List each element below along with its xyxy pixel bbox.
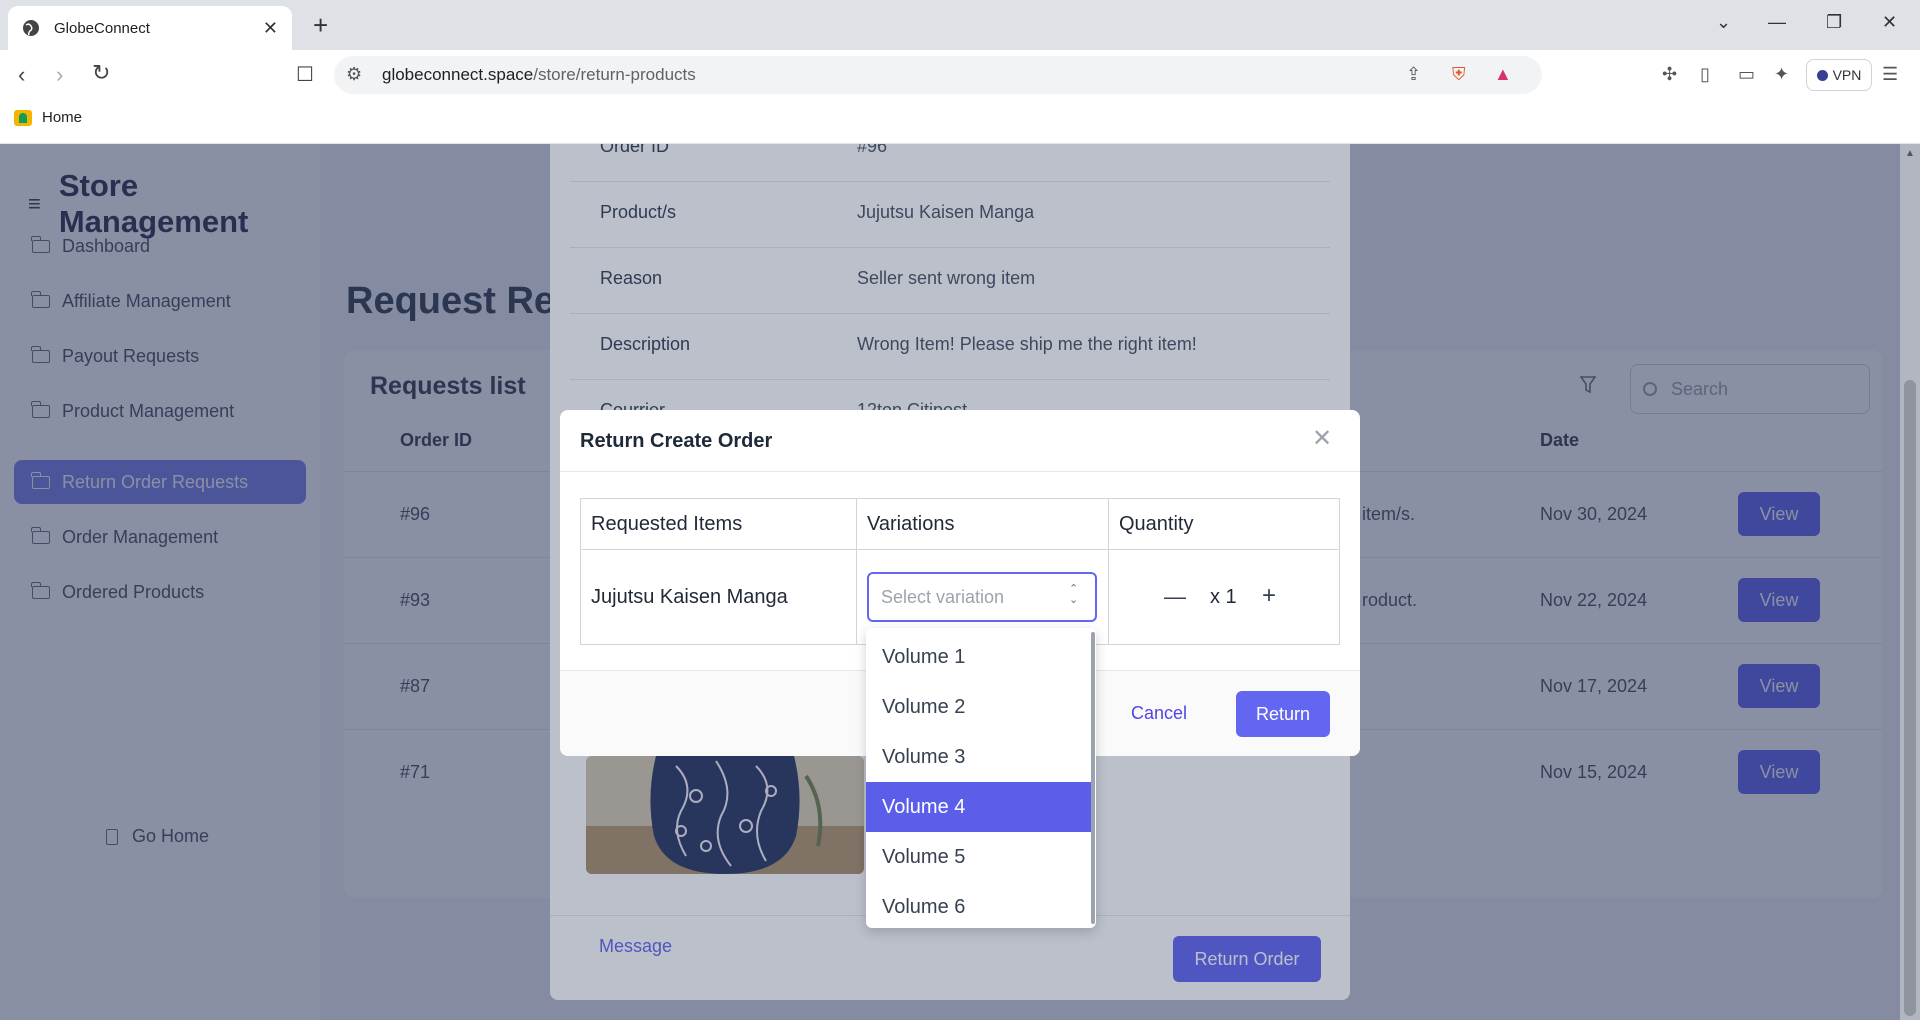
vpn-label: VPN xyxy=(1832,67,1862,83)
forward-icon[interactable]: › xyxy=(56,62,63,88)
modal-title: Return Create Order xyxy=(580,430,773,452)
back-icon[interactable]: ‹ xyxy=(18,62,25,88)
bookmarks-bar xyxy=(0,100,1920,144)
chevron-up-down-icon: ⌃ ⌄ xyxy=(1069,583,1079,606)
brave-rewards-icon[interactable]: ▲ xyxy=(1494,64,1512,85)
site-settings-icon[interactable]: ⚙ xyxy=(346,64,362,85)
new-tab-button[interactable]: + xyxy=(313,10,328,40)
tab-search-icon[interactable]: ⌄ xyxy=(1716,12,1731,33)
wallet-icon[interactable]: ▭ xyxy=(1738,64,1755,85)
extensions-icon[interactable]: ✣ xyxy=(1662,64,1677,85)
variation-placeholder: Select variation xyxy=(881,586,1005,607)
column-header-variations: Variations xyxy=(867,513,955,535)
table-divider xyxy=(581,549,1339,550)
return-button[interactable]: Return xyxy=(1236,691,1330,737)
bookmark-icon[interactable]: ☐ xyxy=(296,62,314,88)
variation-dropdown-list: Volume 1 Volume 2 Volume 3 Volume 4 Volu… xyxy=(866,628,1096,928)
minimize-icon[interactable]: — xyxy=(1768,12,1786,33)
dropdown-option-volume-3[interactable]: Volume 3 xyxy=(866,732,1091,782)
table-divider xyxy=(856,499,857,644)
restore-icon[interactable]: ❐ xyxy=(1826,12,1842,33)
dropdown-option-volume-6[interactable]: Volume 6 xyxy=(866,882,1091,928)
table-divider xyxy=(1108,499,1109,644)
vpn-button[interactable]: VPN xyxy=(1806,59,1872,91)
url-path: /store/return-products xyxy=(533,65,696,84)
dropdown-scrollbar[interactable] xyxy=(1091,632,1095,924)
column-header-requested-items: Requested Items xyxy=(591,513,743,535)
share-icon[interactable]: ⇪ xyxy=(1406,64,1421,85)
bookmark-home-label: Home xyxy=(42,109,83,126)
variation-select[interactable]: Select variation ⌃ ⌄ xyxy=(867,572,1097,622)
modal-header: Return Create Order ✕ xyxy=(560,410,1360,472)
browser-tab[interactable]: GlobeConnect ✕ xyxy=(8,6,292,50)
brave-shield-icon[interactable]: ⛨ xyxy=(1452,64,1466,85)
url-host: globeconnect.space xyxy=(382,65,534,84)
menu-icon[interactable]: ☰ xyxy=(1882,64,1898,85)
tab-close-icon[interactable]: ✕ xyxy=(263,18,278,39)
quantity-decrement-button[interactable]: — xyxy=(1164,584,1186,610)
reload-icon[interactable]: ↻ xyxy=(92,60,110,86)
dropdown-option-volume-4[interactable]: Volume 4 xyxy=(866,782,1091,832)
leo-ai-icon[interactable]: ✦ xyxy=(1774,64,1789,85)
column-header-quantity: Quantity xyxy=(1119,513,1194,535)
item-name-cell: Jujutsu Kaisen Manga xyxy=(591,586,788,608)
cancel-button[interactable]: Cancel xyxy=(1131,703,1187,724)
tab-title: GlobeConnect xyxy=(54,19,150,37)
address-bar[interactable]: globeconnect.space/store/return-products xyxy=(334,56,1542,94)
close-icon[interactable]: ✕ xyxy=(1312,424,1332,453)
globe-icon xyxy=(23,20,39,36)
quantity-value: x 1 xyxy=(1210,586,1237,608)
dropdown-option-volume-5[interactable]: Volume 5 xyxy=(866,832,1091,882)
dropdown-option-volume-2[interactable]: Volume 2 xyxy=(866,682,1091,732)
dropdown-option-volume-1[interactable]: Volume 1 xyxy=(866,632,1091,682)
quantity-increment-button[interactable]: + xyxy=(1262,582,1276,610)
close-window-icon[interactable]: ✕ xyxy=(1882,12,1897,33)
sidebar-toggle-icon[interactable]: ▯ xyxy=(1700,64,1710,85)
home-bookmark-icon xyxy=(14,109,32,126)
bookmark-home[interactable]: Home xyxy=(14,109,82,126)
vpn-status-icon xyxy=(1816,69,1828,81)
